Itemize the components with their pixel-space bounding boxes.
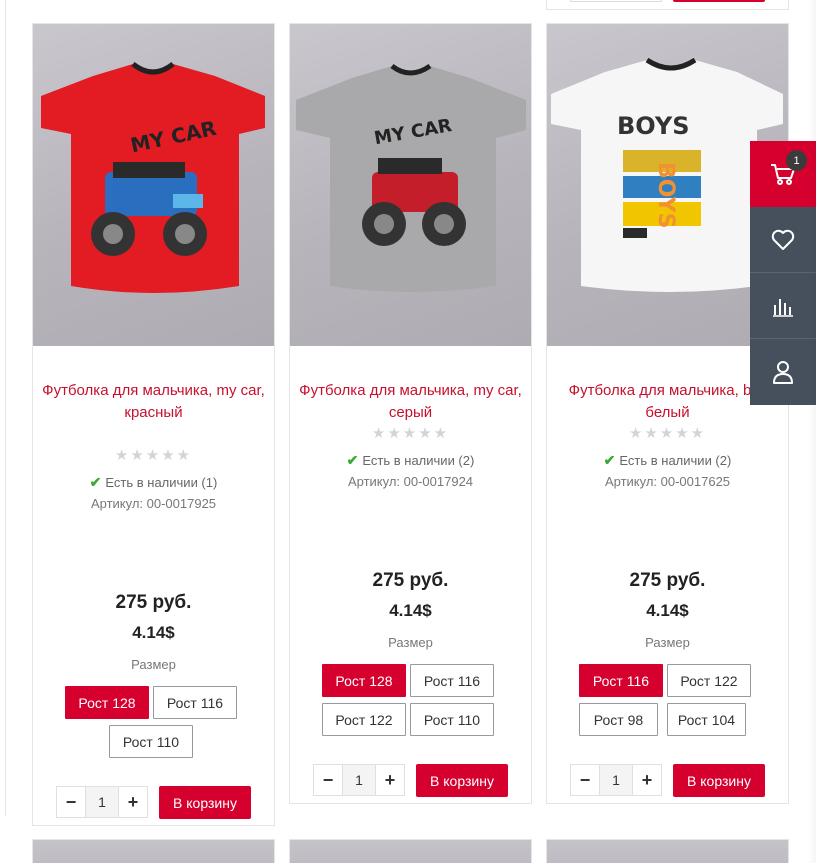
size-option[interactable]: Рост 116 <box>579 664 663 697</box>
previous-row-cart-button[interactable] <box>673 0 765 2</box>
quantity-input[interactable]: 1 <box>342 765 376 795</box>
quantity-input[interactable]: 1 <box>85 787 119 817</box>
stock-text: Есть в наличии (2) <box>619 453 732 468</box>
size-option[interactable]: Рост 116 <box>410 664 494 697</box>
tshirt-image: MY CAR <box>296 63 526 292</box>
floating-side-panel: 1 <box>750 141 816 405</box>
plus-button[interactable]: + <box>119 787 147 817</box>
product-price-usd: 4.14$ <box>132 623 175 642</box>
add-to-cart-button[interactable]: В корзину <box>416 764 508 797</box>
next-row-card[interactable] <box>32 839 275 863</box>
print-text: BOYS <box>617 112 690 140</box>
svg-text:BOYS: BOYS <box>653 162 678 228</box>
side-favorites-button[interactable] <box>750 207 816 273</box>
product-image[interactable]: MY CAR <box>33 24 274 346</box>
previous-card-edge <box>0 0 6 816</box>
product-price: 275 руб. <box>372 570 449 591</box>
product-title[interactable]: Футболка для мальчика, my car, серый <box>290 380 531 424</box>
stock-text: Есть в наличии (2) <box>362 453 475 468</box>
user-icon <box>773 361 793 384</box>
stock-status: ✔ Есть в наличии (1) <box>33 474 274 491</box>
check-icon: ✔ <box>603 452 616 468</box>
product-price: 275 руб. <box>629 570 706 591</box>
minus-button[interactable]: − <box>57 787 85 817</box>
product-card: MY CAR Футболка для мальчика, my car, се… <box>289 23 532 804</box>
check-icon: ✔ <box>89 474 102 490</box>
size-option[interactable]: Рост 110 <box>410 703 494 736</box>
rating-stars[interactable]: ★★★★★ <box>547 424 788 442</box>
product-sku: Артикул: 00-0017924 <box>347 474 474 489</box>
size-option[interactable]: Рост 110 <box>109 725 193 758</box>
plus-button[interactable]: + <box>633 765 661 795</box>
product-price: 275 руб. <box>115 592 192 613</box>
add-to-cart-button[interactable]: В корзину <box>673 764 765 797</box>
quantity-stepper: − 1 + <box>570 764 662 796</box>
size-option[interactable]: Рост 128 <box>322 664 406 697</box>
size-label: Размер <box>645 635 690 650</box>
product-price-usd: 4.14$ <box>646 601 689 620</box>
edge-shadow <box>808 0 816 863</box>
minus-button[interactable]: − <box>314 765 342 795</box>
add-to-cart-button[interactable]: В корзину <box>159 786 251 819</box>
minus-button[interactable]: − <box>571 765 599 795</box>
product-price-usd: 4.14$ <box>389 601 432 620</box>
rating-stars[interactable]: ★★★★★ <box>290 424 531 442</box>
size-option[interactable]: Рост 128 <box>65 686 149 719</box>
stock-text: Есть в наличии (1) <box>105 475 218 490</box>
tshirt-image: MY CAR <box>41 61 265 293</box>
next-row-card[interactable] <box>546 839 789 863</box>
size-label: Размер <box>388 635 433 650</box>
product-card: MY CAR Футболка для мальчика, my car, кр… <box>32 23 275 826</box>
size-option[interactable]: Рост 104 <box>667 703 746 736</box>
size-option[interactable]: Рост 98 <box>579 703 658 736</box>
side-compare-button[interactable] <box>750 273 816 339</box>
quantity-input[interactable]: 1 <box>599 765 633 795</box>
product-sku: Артикул: 00-0017925 <box>90 496 217 511</box>
size-option[interactable]: Рост 116 <box>153 686 237 719</box>
product-image[interactable]: MY CAR <box>290 24 531 346</box>
quantity-stepper: − 1 + <box>313 764 405 796</box>
previous-row-quantity[interactable] <box>570 0 662 2</box>
cart-count-badge: 1 <box>786 150 807 171</box>
rating-stars[interactable]: ★★★★★ <box>33 446 274 464</box>
product-title[interactable]: Футболка для мальчика, my car, красный <box>33 380 274 424</box>
size-label: Размер <box>131 657 176 672</box>
size-option[interactable]: Рост 122 <box>322 703 406 736</box>
next-row-card[interactable] <box>289 839 532 863</box>
side-cart-button[interactable]: 1 <box>750 141 816 207</box>
product-sku: Артикул: 00-0017625 <box>604 474 731 489</box>
chart-icon <box>773 298 793 317</box>
size-option[interactable]: Рост 122 <box>667 664 751 697</box>
side-account-button[interactable] <box>750 339 816 405</box>
check-icon: ✔ <box>346 452 359 468</box>
stock-status: ✔ Есть в наличии (2) <box>290 452 531 469</box>
heart-icon <box>771 229 795 250</box>
catalog-page: MY CAR Футболка для мальчика, my car, кр… <box>0 0 816 863</box>
plus-button[interactable]: + <box>376 765 404 795</box>
stock-status: ✔ Есть в наличии (2) <box>547 452 788 469</box>
quantity-stepper: − 1 + <box>56 786 148 818</box>
